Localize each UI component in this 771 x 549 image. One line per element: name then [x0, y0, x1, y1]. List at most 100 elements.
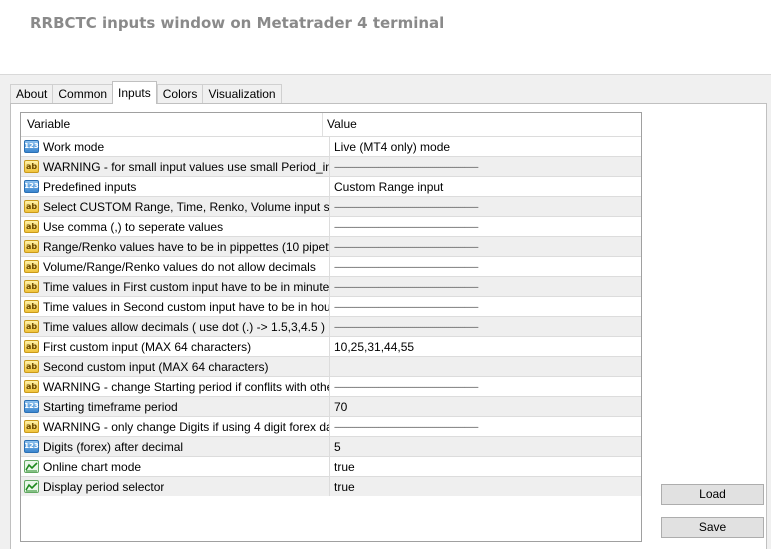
variable-label: Volume/Range/Renko values do not allow d…	[43, 259, 316, 274]
value-cell[interactable]: 70	[330, 400, 641, 414]
table-row[interactable]: Display period selector true	[21, 476, 641, 496]
tab-about[interactable]: About	[10, 84, 53, 104]
table-row[interactable]: ab WARNING - change Starting period if co…	[21, 376, 641, 396]
inputs-dialog: About Common Inputs Colors Visualization…	[0, 74, 771, 549]
tab-inputs[interactable]: Inputs	[112, 81, 157, 104]
string-type-icon: ab	[24, 200, 39, 213]
table-row[interactable]: ab WARNING - for small input values use s…	[21, 156, 641, 176]
boolean-type-icon	[24, 460, 39, 473]
variable-cell: ab Range/Renko values have to be in pippe…	[21, 237, 330, 256]
variable-label: Starting timeframe period	[43, 399, 178, 414]
inputs-grid: Variable Value 123 Work mode Live (MT4 onl…	[20, 112, 642, 542]
value-cell[interactable]: ----------------------------------------…	[330, 222, 641, 232]
value-cell[interactable]: ----------------------------------------…	[330, 322, 641, 332]
table-row[interactable]: 123 Work mode Live (MT4 only) mode	[21, 136, 641, 156]
variable-label: Second custom input (MAX 64 characters)	[43, 359, 269, 374]
table-row[interactable]: ab Use comma (,) to seperate values ------…	[21, 216, 641, 236]
table-row[interactable]: 123 Digits (forex) after decimal 5	[21, 436, 641, 456]
table-row[interactable]: 123 Starting timeframe period 70	[21, 396, 641, 416]
variable-cell: ab Time values in First custom input have…	[21, 277, 330, 296]
variable-label: First custom input (MAX 64 characters)	[43, 339, 252, 354]
variable-label: Time values allow decimals ( use dot (.)…	[43, 319, 325, 334]
variable-cell: 123 Work mode	[21, 137, 330, 156]
inputs-panel: Variable Value 123 Work mode Live (MT4 onl…	[10, 103, 767, 549]
tab-visualization[interactable]: Visualization	[202, 84, 282, 104]
table-row[interactable]: ab Second custom input (MAX 64 characters…	[21, 356, 641, 376]
boolean-type-icon	[24, 480, 39, 493]
value-cell[interactable]: 5	[330, 440, 641, 454]
variable-label: Online chart mode	[43, 459, 142, 474]
variable-label: Digits (forex) after decimal	[43, 439, 184, 454]
variable-label: Use comma (,) to seperate values	[43, 219, 224, 234]
table-row[interactable]: ab First custom input (MAX 64 characters)…	[21, 336, 641, 356]
variable-label: WARNING - only change Digits if using 4 …	[43, 419, 329, 434]
value-cell[interactable]: ----------------------------------------…	[330, 202, 641, 212]
value-cell[interactable]: true	[330, 480, 641, 494]
value-cell[interactable]: ----------------------------------------…	[330, 162, 641, 172]
column-header-variable[interactable]: Variable	[21, 113, 323, 136]
variable-label: Range/Renko values have to be in pippett…	[43, 239, 329, 254]
string-type-icon: ab	[24, 260, 39, 273]
variable-cell: ab First custom input (MAX 64 characters)	[21, 337, 330, 356]
variable-label: WARNING - for small input values use sma…	[43, 159, 329, 174]
string-type-icon: ab	[24, 220, 39, 233]
number-type-icon: 123	[24, 180, 39, 193]
table-row[interactable]: 123 Predefined inputs Custom Range input	[21, 176, 641, 196]
number-type-icon: 123	[24, 140, 39, 153]
variable-cell: ab WARNING - for small input values use s…	[21, 157, 330, 176]
variable-cell: 123 Digits (forex) after decimal	[21, 437, 330, 456]
table-row[interactable]: ab WARNING - only change Digits if using …	[21, 416, 641, 436]
load-button[interactable]: Load	[661, 484, 764, 505]
variable-label: Work mode	[43, 139, 105, 154]
variable-cell: ab Volume/Range/Renko values do not allow…	[21, 257, 330, 276]
variable-cell: Online chart mode	[21, 457, 330, 476]
grid-rows: 123 Work mode Live (MT4 only) mode ab WARNIN…	[21, 136, 641, 496]
variable-cell: 123 Starting timeframe period	[21, 397, 330, 416]
variable-cell: Display period selector	[21, 477, 330, 496]
tab-strip: About Common Inputs Colors Visualization	[10, 81, 282, 104]
variable-label: Time values in First custom input have t…	[43, 279, 329, 294]
variable-cell: ab Time values in Second custom input hav…	[21, 297, 330, 316]
variable-label: Select CUSTOM Range, Time, Renko, Volume…	[43, 199, 329, 214]
table-row[interactable]: ab Time values in First custom input have…	[21, 276, 641, 296]
column-header-value[interactable]: Value	[323, 113, 641, 136]
tab-common[interactable]: Common	[52, 84, 113, 104]
variable-label: Display period selector	[43, 479, 165, 494]
value-cell[interactable]: Live (MT4 only) mode	[330, 140, 641, 154]
value-cell[interactable]: Custom Range input	[330, 180, 641, 194]
variable-cell: ab Time values allow decimals ( use dot (…	[21, 317, 330, 336]
value-cell[interactable]: ----------------------------------------…	[330, 242, 641, 252]
number-type-icon: 123	[24, 440, 39, 453]
number-type-icon: 123	[24, 400, 39, 413]
variable-label: Time values in Second custom input have …	[43, 299, 329, 314]
tab-colors[interactable]: Colors	[156, 84, 203, 104]
grid-header: Variable Value	[21, 113, 641, 136]
table-row[interactable]: ab Range/Renko values have to be in pippe…	[21, 236, 641, 256]
value-cell[interactable]: ----------------------------------------…	[330, 302, 641, 312]
string-type-icon: ab	[24, 160, 39, 173]
string-type-icon: ab	[24, 420, 39, 433]
table-row[interactable]: ab Time values in Second custom input hav…	[21, 296, 641, 316]
variable-label: WARNING - change Starting period if conf…	[43, 379, 329, 394]
variable-label: Predefined inputs	[43, 179, 137, 194]
value-cell[interactable]: ----------------------------------------…	[330, 422, 641, 432]
value-cell[interactable]: ----------------------------------------…	[330, 382, 641, 392]
value-cell[interactable]: ----------------------------------------…	[330, 282, 641, 292]
table-row[interactable]: ab Time values allow decimals ( use dot (…	[21, 316, 641, 336]
string-type-icon: ab	[24, 380, 39, 393]
save-button[interactable]: Save	[661, 517, 764, 538]
table-row[interactable]: ab Select CUSTOM Range, Time, Renko, Volu…	[21, 196, 641, 216]
string-type-icon: ab	[24, 300, 39, 313]
value-cell[interactable]: 10,25,31,44,55	[330, 340, 641, 354]
string-type-icon: ab	[24, 360, 39, 373]
table-row[interactable]: ab Volume/Range/Renko values do not allow…	[21, 256, 641, 276]
variable-cell: ab Use comma (,) to seperate values	[21, 217, 330, 236]
value-cell[interactable]: ----------------------------------------…	[330, 262, 641, 272]
value-cell[interactable]: true	[330, 460, 641, 474]
variable-cell: ab Select CUSTOM Range, Time, Renko, Volu…	[21, 197, 330, 216]
string-type-icon: ab	[24, 340, 39, 353]
string-type-icon: ab	[24, 320, 39, 333]
variable-cell: ab WARNING - only change Digits if using …	[21, 417, 330, 436]
table-row[interactable]: Online chart mode true	[21, 456, 641, 476]
variable-cell: ab WARNING - change Starting period if co…	[21, 377, 330, 396]
